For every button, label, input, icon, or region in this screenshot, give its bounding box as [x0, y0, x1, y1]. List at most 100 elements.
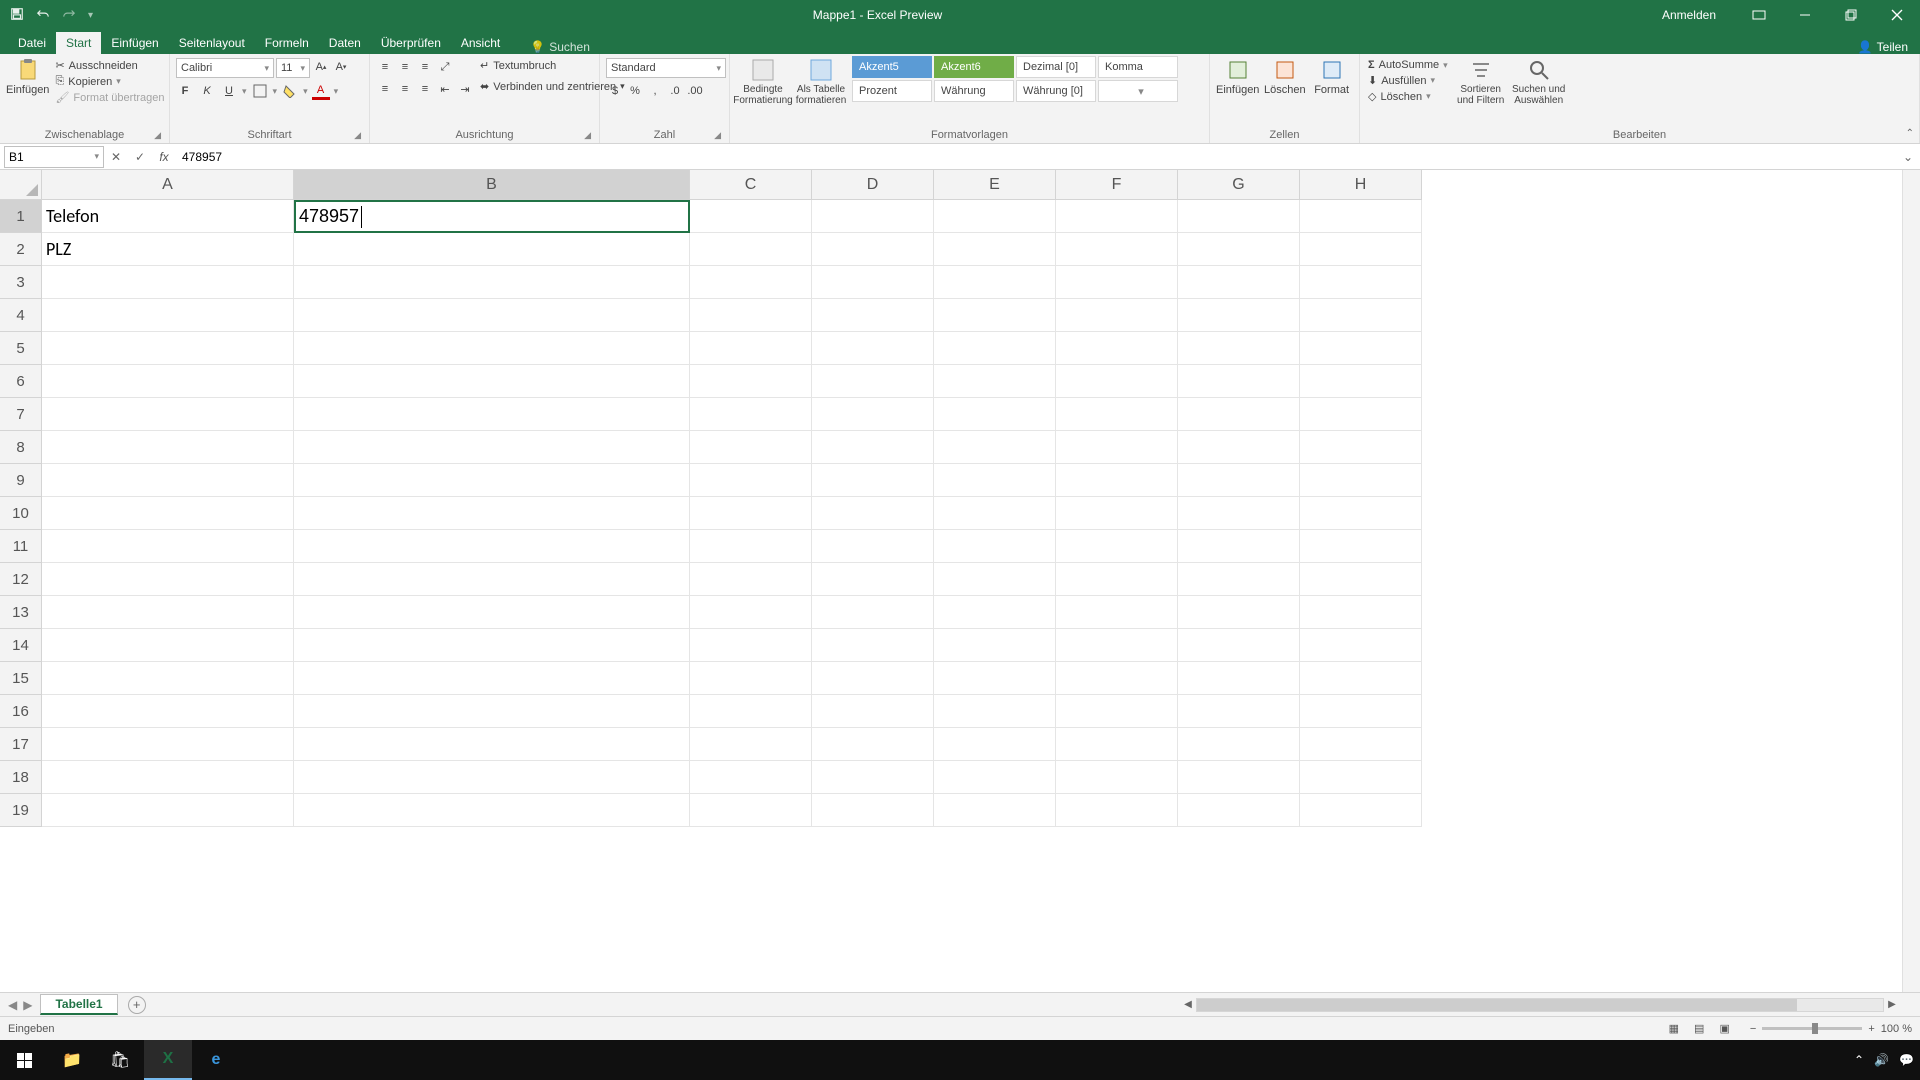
cell-B2[interactable] — [294, 233, 690, 266]
cell-G13[interactable] — [1178, 596, 1300, 629]
tab-ansicht[interactable]: Ansicht — [451, 32, 510, 54]
cell-G11[interactable] — [1178, 530, 1300, 563]
cell-C11[interactable] — [690, 530, 812, 563]
cell-G8[interactable] — [1178, 431, 1300, 464]
currency-icon[interactable]: $ — [606, 82, 624, 100]
collapse-ribbon-icon[interactable]: ⌃ — [1906, 128, 1914, 139]
row-header-16[interactable]: 16 — [0, 695, 42, 728]
share-button[interactable]: 👤 Teilen — [1858, 40, 1920, 54]
cell-G5[interactable] — [1178, 332, 1300, 365]
row-header-3[interactable]: 3 — [0, 266, 42, 299]
view-page-break-icon[interactable]: ▣ — [1714, 1023, 1736, 1035]
increase-decimal-icon[interactable]: .0 — [666, 82, 684, 100]
cell-A8[interactable] — [42, 431, 294, 464]
scroll-right-icon[interactable]: ▶ — [1884, 999, 1900, 1010]
cell-G17[interactable] — [1178, 728, 1300, 761]
cell-B17[interactable] — [294, 728, 690, 761]
find-select-button[interactable]: Suchen und Auswählen — [1512, 56, 1566, 106]
border-button[interactable] — [251, 82, 269, 100]
cell-A19[interactable] — [42, 794, 294, 827]
save-icon[interactable] — [10, 7, 24, 24]
cell-A6[interactable] — [42, 365, 294, 398]
cell-E19[interactable] — [934, 794, 1056, 827]
cell-D5[interactable] — [812, 332, 934, 365]
align-center-icon[interactable]: ≡ — [396, 80, 414, 98]
cell-E2[interactable] — [934, 233, 1056, 266]
cell-G9[interactable] — [1178, 464, 1300, 497]
italic-button[interactable]: K — [198, 82, 216, 100]
format-as-table-button[interactable]: Als Tabelle formatieren — [794, 56, 848, 106]
undo-icon[interactable] — [36, 7, 50, 24]
style-waehrung0[interactable]: Währung [0] — [1016, 80, 1096, 102]
cell-A4[interactable] — [42, 299, 294, 332]
column-headers[interactable]: ABCDEFGH — [42, 170, 1902, 200]
cell-E4[interactable] — [934, 299, 1056, 332]
cell-E17[interactable] — [934, 728, 1056, 761]
tab-einfuegen[interactable]: Einfügen — [101, 32, 168, 54]
cell-G19[interactable] — [1178, 794, 1300, 827]
cell-F14[interactable] — [1056, 629, 1178, 662]
cell-A12[interactable] — [42, 563, 294, 596]
row-header-11[interactable]: 11 — [0, 530, 42, 563]
column-header-H[interactable]: H — [1300, 170, 1422, 200]
column-header-D[interactable]: D — [812, 170, 934, 200]
minimize-icon[interactable] — [1782, 0, 1828, 30]
row-header-9[interactable]: 9 — [0, 464, 42, 497]
percent-icon[interactable]: % — [626, 82, 644, 100]
dialog-launcher-icon[interactable]: ◢ — [354, 130, 361, 141]
cell-H6[interactable] — [1300, 365, 1422, 398]
row-header-19[interactable]: 19 — [0, 794, 42, 827]
cell-B14[interactable] — [294, 629, 690, 662]
cell-H11[interactable] — [1300, 530, 1422, 563]
cell-F5[interactable] — [1056, 332, 1178, 365]
formula-input[interactable]: 478957 — [176, 150, 1896, 164]
cell-A17[interactable] — [42, 728, 294, 761]
style-akzent5[interactable]: Akzent5 — [852, 56, 932, 78]
zoom-slider[interactable] — [1762, 1027, 1862, 1030]
autosum-button[interactable]: ΣAutoSumme▾ — [1366, 58, 1450, 72]
cell-D13[interactable] — [812, 596, 934, 629]
close-icon[interactable] — [1874, 0, 1920, 30]
cell-A15[interactable] — [42, 662, 294, 695]
cell-A14[interactable] — [42, 629, 294, 662]
fill-button[interactable]: ⬇Ausfüllen▾ — [1366, 73, 1450, 88]
row-header-18[interactable]: 18 — [0, 761, 42, 794]
tray-volume-icon[interactable]: 🔊 — [1874, 1053, 1889, 1067]
cell-B18[interactable] — [294, 761, 690, 794]
row-header-12[interactable]: 12 — [0, 563, 42, 596]
cell-D6[interactable] — [812, 365, 934, 398]
cell-H9[interactable] — [1300, 464, 1422, 497]
start-button[interactable] — [0, 1040, 48, 1080]
cell-G1[interactable] — [1178, 200, 1300, 233]
cell-B12[interactable] — [294, 563, 690, 596]
column-header-F[interactable]: F — [1056, 170, 1178, 200]
cell-styles-gallery[interactable]: Akzent5 Akzent6 Dezimal [0] Komma Prozen… — [852, 56, 1178, 102]
cell-B15[interactable] — [294, 662, 690, 695]
cell-F3[interactable] — [1056, 266, 1178, 299]
row-header-1[interactable]: 1 — [0, 200, 42, 233]
cell-G18[interactable] — [1178, 761, 1300, 794]
cell-H19[interactable] — [1300, 794, 1422, 827]
cell-A10[interactable] — [42, 497, 294, 530]
font-name-combo[interactable]: Calibri▾ — [176, 58, 274, 78]
cell-E13[interactable] — [934, 596, 1056, 629]
cell-G7[interactable] — [1178, 398, 1300, 431]
cell-B10[interactable] — [294, 497, 690, 530]
cell-G6[interactable] — [1178, 365, 1300, 398]
cell-A18[interactable] — [42, 761, 294, 794]
number-format-combo[interactable]: Standard▾ — [606, 58, 726, 78]
conditional-formatting-button[interactable]: Bedingte Formatierung — [736, 56, 790, 106]
cell-D2[interactable] — [812, 233, 934, 266]
grow-font-icon[interactable]: A▴ — [312, 58, 330, 76]
cell-E8[interactable] — [934, 431, 1056, 464]
column-header-B[interactable]: B — [294, 170, 690, 200]
row-headers[interactable]: 12345678910111213141516171819 — [0, 200, 42, 992]
cell-H15[interactable] — [1300, 662, 1422, 695]
style-waehrung[interactable]: Währung — [934, 80, 1014, 102]
cell-F7[interactable] — [1056, 398, 1178, 431]
dialog-launcher-icon[interactable]: ◢ — [154, 130, 161, 141]
style-prozent[interactable]: Prozent — [852, 80, 932, 102]
cell-A9[interactable] — [42, 464, 294, 497]
cell-H1[interactable] — [1300, 200, 1422, 233]
cell-D1[interactable] — [812, 200, 934, 233]
